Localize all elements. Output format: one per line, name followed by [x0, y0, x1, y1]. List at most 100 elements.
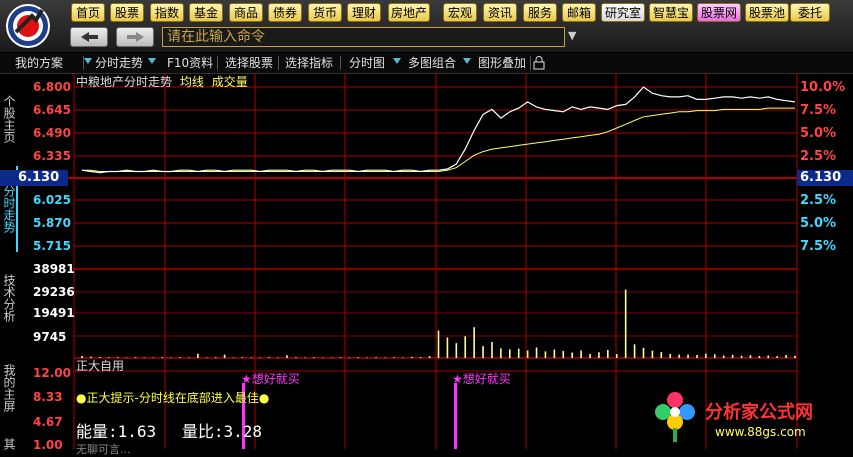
volume-bar [411, 357, 413, 358]
volume-bar [161, 357, 163, 358]
nav-button[interactable]: 服务 [523, 3, 557, 22]
watermark-title: 分析家公式网 [705, 398, 813, 424]
dropdown-arrow-icon[interactable] [463, 58, 471, 64]
nav-button[interactable]: 首页 [71, 3, 105, 22]
volume-bar [741, 356, 743, 358]
nav-button[interactable]: 宏观 [443, 3, 477, 22]
command-input[interactable]: 请在此输入命令 [162, 27, 565, 47]
nav-button[interactable]: 股票 [110, 3, 144, 22]
ratio-label: 量比: [182, 422, 224, 441]
toolbar-multi-chart[interactable]: 多图组合 [408, 53, 456, 73]
command-dropdown-icon[interactable]: ▼ [568, 29, 576, 42]
volume-bar [518, 349, 520, 358]
nav-button[interactable]: 资讯 [483, 3, 517, 22]
volume-bar [696, 355, 698, 358]
price-tick-label: 6.490 [33, 126, 71, 140]
indicator-tip: ●正大提示-分时线在底部进入最佳● [76, 389, 269, 406]
volume-bar [135, 357, 137, 358]
avg-line-legend: 均线 [180, 75, 204, 89]
nav-button[interactable]: 房地产 [388, 3, 430, 22]
toolbar-my-plan[interactable]: 我的方案 [15, 53, 63, 73]
volume-bar [536, 348, 538, 358]
forward-button[interactable] [116, 27, 154, 47]
percent-tick-label: 7.5% [800, 103, 836, 118]
volume-bar [420, 357, 422, 358]
nav-button[interactable]: 股票池 [745, 3, 789, 22]
watermark: 分析家公式网 www.88gs.com [651, 384, 851, 446]
dropdown-arrow-icon[interactable] [393, 58, 401, 64]
energy-label: 能量: [76, 422, 118, 441]
volume-bar [794, 356, 796, 358]
nav-button[interactable]: 债券 [268, 3, 302, 22]
nav-button[interactable]: 研究室 [601, 3, 645, 22]
lock-icon[interactable] [533, 56, 545, 70]
nav-button[interactable]: 货币 [308, 3, 342, 22]
volume-bar [652, 351, 654, 358]
volume-legend: 成交量 [212, 75, 248, 89]
volume-bar [393, 357, 395, 358]
volume-bar [357, 357, 359, 358]
nav-button[interactable]: 委托 [790, 3, 830, 22]
signal-label: ★想好就买 [241, 370, 300, 387]
toolbar-select-stock[interactable]: 选择股票 [225, 53, 273, 73]
price-line [82, 87, 795, 173]
volume-bar [705, 354, 707, 358]
nav-button[interactable]: 理财 [347, 3, 381, 22]
percent-tick-label: 2.5% [800, 149, 836, 164]
nav-button[interactable]: 智慧宝 [649, 3, 693, 22]
dropdown-arrow-icon[interactable] [84, 58, 92, 64]
volume-bar [750, 355, 752, 358]
volume-bar [714, 354, 716, 358]
toolbar-intraday-chart[interactable]: 分时图 [349, 53, 385, 73]
dropdown-arrow-icon[interactable] [148, 58, 156, 64]
volume-bar [242, 357, 244, 358]
chart-title: 中粮地产分时走势 [76, 75, 172, 89]
current-price-box-right: 6.130 [797, 170, 853, 186]
price-tick-label: 5.870 [33, 216, 71, 230]
volume-bars [81, 290, 796, 358]
back-button[interactable] [70, 27, 108, 47]
toolbar-divider [278, 56, 279, 70]
nav-button[interactable]: 指数 [150, 3, 184, 22]
volume-bar [723, 355, 725, 358]
price-tick-label: 6.025 [33, 193, 71, 207]
volume-bar [598, 352, 600, 358]
nav-button[interactable]: 股票网 [697, 3, 741, 22]
app-logo-icon[interactable] [2, 2, 54, 50]
volume-bar [687, 355, 689, 358]
toolbar-f10[interactable]: F10资料 [167, 53, 213, 73]
volume-bar [286, 355, 288, 358]
percent-tick-label: 7.5% [800, 239, 836, 254]
volume-bar [643, 348, 645, 358]
volume-bar [527, 350, 529, 358]
signal-marks [242, 383, 457, 449]
toolbar-overlay[interactable]: 图形叠加 [478, 53, 526, 73]
volume-bar [785, 355, 787, 358]
toolbar-intraday[interactable]: 分时走势 [95, 53, 143, 73]
indicator-tick-label: 12.00 [33, 366, 71, 380]
volume-bar [571, 353, 573, 358]
volume-bar [464, 336, 466, 358]
volume-bar [554, 350, 556, 358]
toolbar-select-indicator[interactable]: 选择指标 [285, 53, 333, 73]
volume-tick-label: 38981 [33, 262, 75, 276]
flower-logo-icon [653, 388, 697, 442]
volume-bar [661, 352, 663, 358]
percent-tick-label: 2.5% [800, 193, 836, 208]
nav-button[interactable]: 商品 [229, 3, 263, 22]
volume-bar [456, 343, 458, 358]
signal-label: ★想好就买 [452, 370, 511, 387]
current-price-label-right: 6.130 [800, 170, 841, 185]
volume-bar [295, 357, 297, 358]
ratio-value: 3.28 [223, 422, 262, 441]
volume-bar [669, 354, 671, 358]
energy-value: 1.63 [118, 422, 157, 441]
nav-button[interactable]: 邮箱 [562, 3, 596, 22]
volume-bar [545, 351, 547, 358]
volume-bar [562, 351, 564, 358]
volume-bar [447, 337, 449, 358]
nav-button[interactable]: 基金 [189, 3, 223, 22]
volume-bar [767, 355, 769, 358]
volume-bar [732, 355, 734, 358]
volume-bar [580, 350, 582, 358]
